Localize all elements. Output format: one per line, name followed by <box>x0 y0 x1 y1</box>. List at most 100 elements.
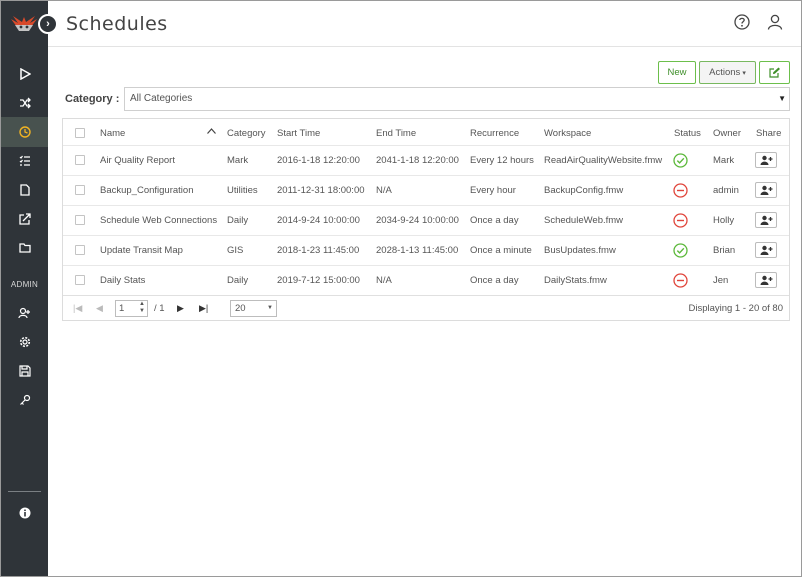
help-icon[interactable] <box>734 14 750 30</box>
share-button[interactable] <box>755 152 777 168</box>
sidebar-item-files[interactable] <box>1 175 48 205</box>
status-enabled-icon[interactable] <box>673 243 688 258</box>
gear-icon <box>19 336 30 348</box>
table-row[interactable]: Air Quality Report Mark 2016-1-18 12:20:00… <box>63 145 789 175</box>
add-user-icon <box>760 275 772 285</box>
sidebar-item-jobs[interactable] <box>1 146 48 176</box>
caret-down-icon: ▼ <box>267 305 273 311</box>
page-number-input[interactable]: 1 ▲ ▼ <box>115 300 148 317</box>
cell-recurrence: Once a day <box>470 275 519 286</box>
sidebar-item-system-config[interactable] <box>1 327 48 357</box>
first-page-icon[interactable]: |◀ <box>73 303 82 314</box>
cell-owner: admin <box>713 185 739 196</box>
file-icon <box>19 184 30 196</box>
table-row[interactable]: Backup_Configuration Utilities 2011-12-31 … <box>63 175 789 205</box>
share-button[interactable] <box>755 212 777 228</box>
cell-name[interactable]: Air Quality Report <box>100 155 175 166</box>
folder-icon <box>18 243 31 253</box>
sidebar-item-user-management[interactable] <box>1 298 48 328</box>
next-page-icon[interactable]: ▶ <box>177 303 184 314</box>
cell-name[interactable]: Daily Stats <box>100 275 145 286</box>
select-all-checkbox[interactable] <box>75 128 85 138</box>
list-check-icon <box>19 155 30 166</box>
admin-section-label: ADMIN <box>10 280 39 289</box>
cell-end-time: N/A <box>376 275 392 286</box>
cell-category: GIS <box>227 245 244 256</box>
cell-category: Utilities <box>227 185 258 196</box>
column-header-name[interactable]: Name <box>100 128 125 139</box>
status-enabled-icon[interactable] <box>673 153 688 168</box>
table-row[interactable]: Update Transit Map GIS 2018-1-23 11:45:00 2… <box>63 235 789 265</box>
sidebar-item-backup[interactable] <box>1 356 48 386</box>
save-icon <box>18 365 31 377</box>
row-checkbox[interactable] <box>75 185 85 195</box>
schedules-table: Name Category Start Time End Time Recurr… <box>62 118 790 321</box>
share-button[interactable] <box>755 242 777 258</box>
cell-workspace: BusUpdates.fmw <box>544 245 616 256</box>
cell-workspace: ScheduleWeb.fmw <box>544 215 624 226</box>
row-checkbox[interactable] <box>75 245 85 255</box>
table-row[interactable]: Daily Stats Daily 2019-7-12 15:00:00 N/A Onc… <box>63 265 789 295</box>
column-header-start-time[interactable]: Start Time <box>277 128 320 139</box>
column-header-workspace[interactable]: Workspace <box>544 128 591 139</box>
cell-end-time: 2034-9-24 10:00:00 <box>376 215 459 226</box>
cell-workspace: DailyStats.fmw <box>544 275 607 286</box>
edit-button[interactable] <box>759 61 790 84</box>
cell-end-time: 2028-1-13 11:45:00 <box>376 245 459 256</box>
sidebar-divider <box>8 491 41 492</box>
pagination-bar: |◀ ◀ 1 ▲ ▼ / 1 ▶ ▶| 20 ▼ Displaying 1 - 2… <box>63 295 789 321</box>
actions-label: Actions <box>709 67 741 78</box>
cell-owner: Brian <box>713 245 736 256</box>
column-header-end-time[interactable]: End Time <box>376 128 416 139</box>
shuffle-icon <box>19 97 31 109</box>
column-header-share[interactable]: Share <box>756 128 781 139</box>
user-icon[interactable] <box>767 14 783 30</box>
sidebar-item-publish[interactable] <box>1 204 48 234</box>
row-checkbox[interactable] <box>75 155 85 165</box>
column-header-owner[interactable]: Owner <box>713 128 741 139</box>
add-user-icon <box>760 185 772 195</box>
sidebar-item-about[interactable] <box>1 498 48 528</box>
display-count: Displaying 1 - 20 of 80 <box>688 303 783 314</box>
sidebar-item-schedules[interactable] <box>1 117 48 147</box>
status-disabled-icon[interactable] <box>673 213 688 228</box>
cell-name[interactable]: Backup_Configuration <box>100 185 193 196</box>
cell-name[interactable]: Update Transit Map <box>100 245 183 256</box>
add-user-icon <box>18 307 30 319</box>
share-button[interactable] <box>755 182 777 198</box>
sidebar-collapse-button[interactable]: › <box>38 14 58 34</box>
row-checkbox[interactable] <box>75 275 85 285</box>
actions-dropdown-button[interactable]: Actions ▾ <box>699 61 756 84</box>
cell-name[interactable]: Schedule Web Connections <box>100 215 217 226</box>
page-title: Schedules <box>66 13 168 35</box>
cell-workspace: ReadAirQualityWebsite.fmw <box>544 155 663 166</box>
column-header-category[interactable]: Category <box>227 128 266 139</box>
status-disabled-icon[interactable] <box>673 183 688 198</box>
cell-recurrence: Every hour <box>470 185 516 196</box>
prev-page-icon[interactable]: ◀ <box>96 303 103 314</box>
row-checkbox[interactable] <box>75 215 85 225</box>
cell-owner: Mark <box>713 155 735 166</box>
caret-down-icon: ▾ <box>742 69 746 77</box>
category-select[interactable]: All Categories ▼ <box>124 87 790 111</box>
share-export-icon <box>18 213 31 225</box>
spinner-icon[interactable]: ▲ ▼ <box>139 301 145 315</box>
sidebar-item-automations[interactable] <box>1 88 48 118</box>
page-size-select[interactable]: 20 ▼ <box>230 300 277 317</box>
add-user-icon <box>760 245 772 255</box>
table-row[interactable]: Schedule Web Connections Daily 2014-9-24 1… <box>63 205 789 235</box>
column-header-status[interactable]: Status <box>674 128 701 139</box>
sidebar-item-security[interactable] <box>1 385 48 415</box>
column-header-recurrence[interactable]: Recurrence <box>470 128 519 139</box>
cell-start-time: 2014-9-24 10:00:00 <box>277 215 360 226</box>
share-button[interactable] <box>755 272 777 288</box>
cell-workspace: BackupConfig.fmw <box>544 185 624 196</box>
category-label: Category : <box>65 93 120 105</box>
sidebar-item-resources[interactable] <box>1 233 48 263</box>
sidebar-item-run[interactable] <box>1 59 48 89</box>
sort-asc-icon[interactable] <box>207 128 216 134</box>
new-button[interactable]: New <box>658 61 696 84</box>
page-number-value: 1 <box>119 303 125 314</box>
status-disabled-icon[interactable] <box>673 273 688 288</box>
last-page-icon[interactable]: ▶| <box>199 303 208 314</box>
